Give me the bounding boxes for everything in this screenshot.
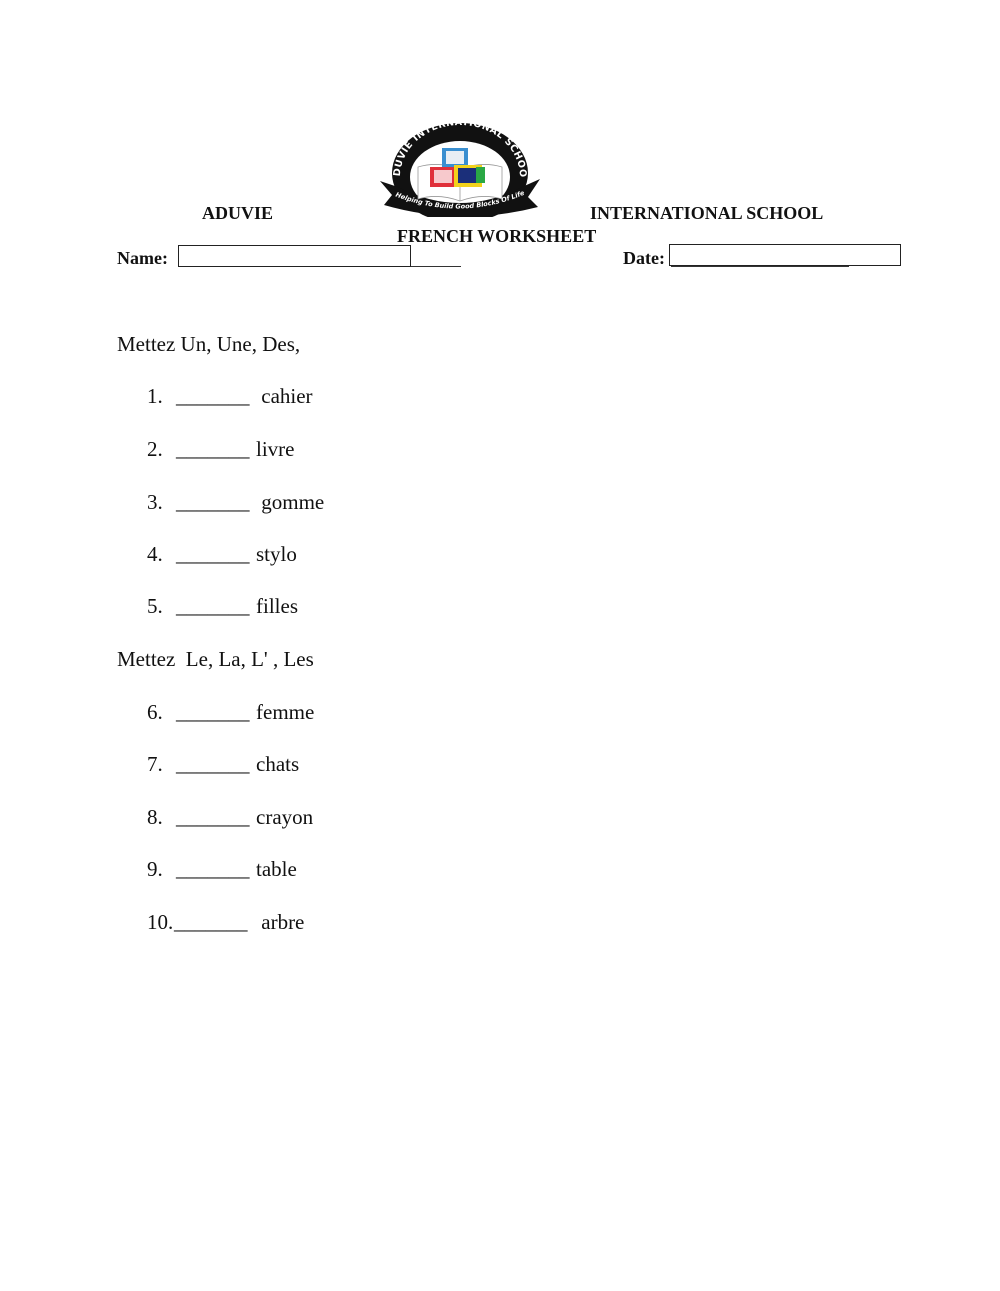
question-number: 8. <box>147 805 163 829</box>
question-word: arbre <box>256 910 305 934</box>
date-label: Date: <box>623 248 665 268</box>
answer-blank[interactable]: _______ <box>176 805 250 829</box>
school-name-left: ADUVIE <box>202 203 274 223</box>
answer-blank[interactable]: _______ <box>176 594 250 618</box>
question-number: 5. <box>147 594 163 618</box>
question-number: 2. <box>147 437 163 461</box>
answer-blank[interactable]: _______ <box>176 384 250 408</box>
answer-blank[interactable]: _______ <box>176 542 250 566</box>
question-number: 6. <box>147 700 163 724</box>
answer-blank[interactable]: _______ <box>176 857 250 881</box>
section-instruction: Mettez Un, Une, Des, <box>117 332 301 356</box>
name-input[interactable] <box>178 245 411 267</box>
question-word: crayon <box>256 805 314 829</box>
question-number: 9. <box>147 857 163 881</box>
answer-blank[interactable]: _______ <box>176 490 250 514</box>
school-logo: ADUVIE INTERNATIONAL SCHOOL Helping To B… <box>374 107 542 223</box>
answer-blank[interactable]: _______ <box>176 700 250 724</box>
question-number: 4. <box>147 542 163 566</box>
question-word: cahier <box>256 384 313 408</box>
question-word: table <box>256 857 297 881</box>
question-number: 10. <box>147 910 174 934</box>
section-instruction: Mettez Le, La, L' , Les <box>117 647 314 671</box>
school-name-right: INTERNATIONAL SCHOOL <box>590 203 824 223</box>
school-logo-emblem-icon: ADUVIE INTERNATIONAL SCHOOL Helping To B… <box>374 107 540 223</box>
question-number: 1. <box>147 384 163 408</box>
date-input[interactable] <box>669 244 901 266</box>
question-word: livre <box>256 437 295 461</box>
name-label: Name: <box>117 248 168 268</box>
question-word: stylo <box>256 542 297 566</box>
answer-blank[interactable]: _______ <box>176 437 250 461</box>
question-word: filles <box>256 594 298 618</box>
worksheet-title: FRENCH WORKSHEET <box>397 226 597 246</box>
question-item: 5. _______ filles <box>147 594 298 690</box>
question-number: 3. <box>147 490 163 514</box>
question-number: 7. <box>147 752 163 776</box>
question-word: femme <box>256 700 315 724</box>
answer-blank[interactable]: _______ <box>174 910 248 934</box>
date-underline <box>671 266 849 267</box>
answer-blank[interactable]: _______ <box>176 752 250 776</box>
question-word: chats <box>256 752 300 776</box>
question-item: 10. _______ arbre <box>147 910 304 1006</box>
question-word: gomme <box>256 490 325 514</box>
